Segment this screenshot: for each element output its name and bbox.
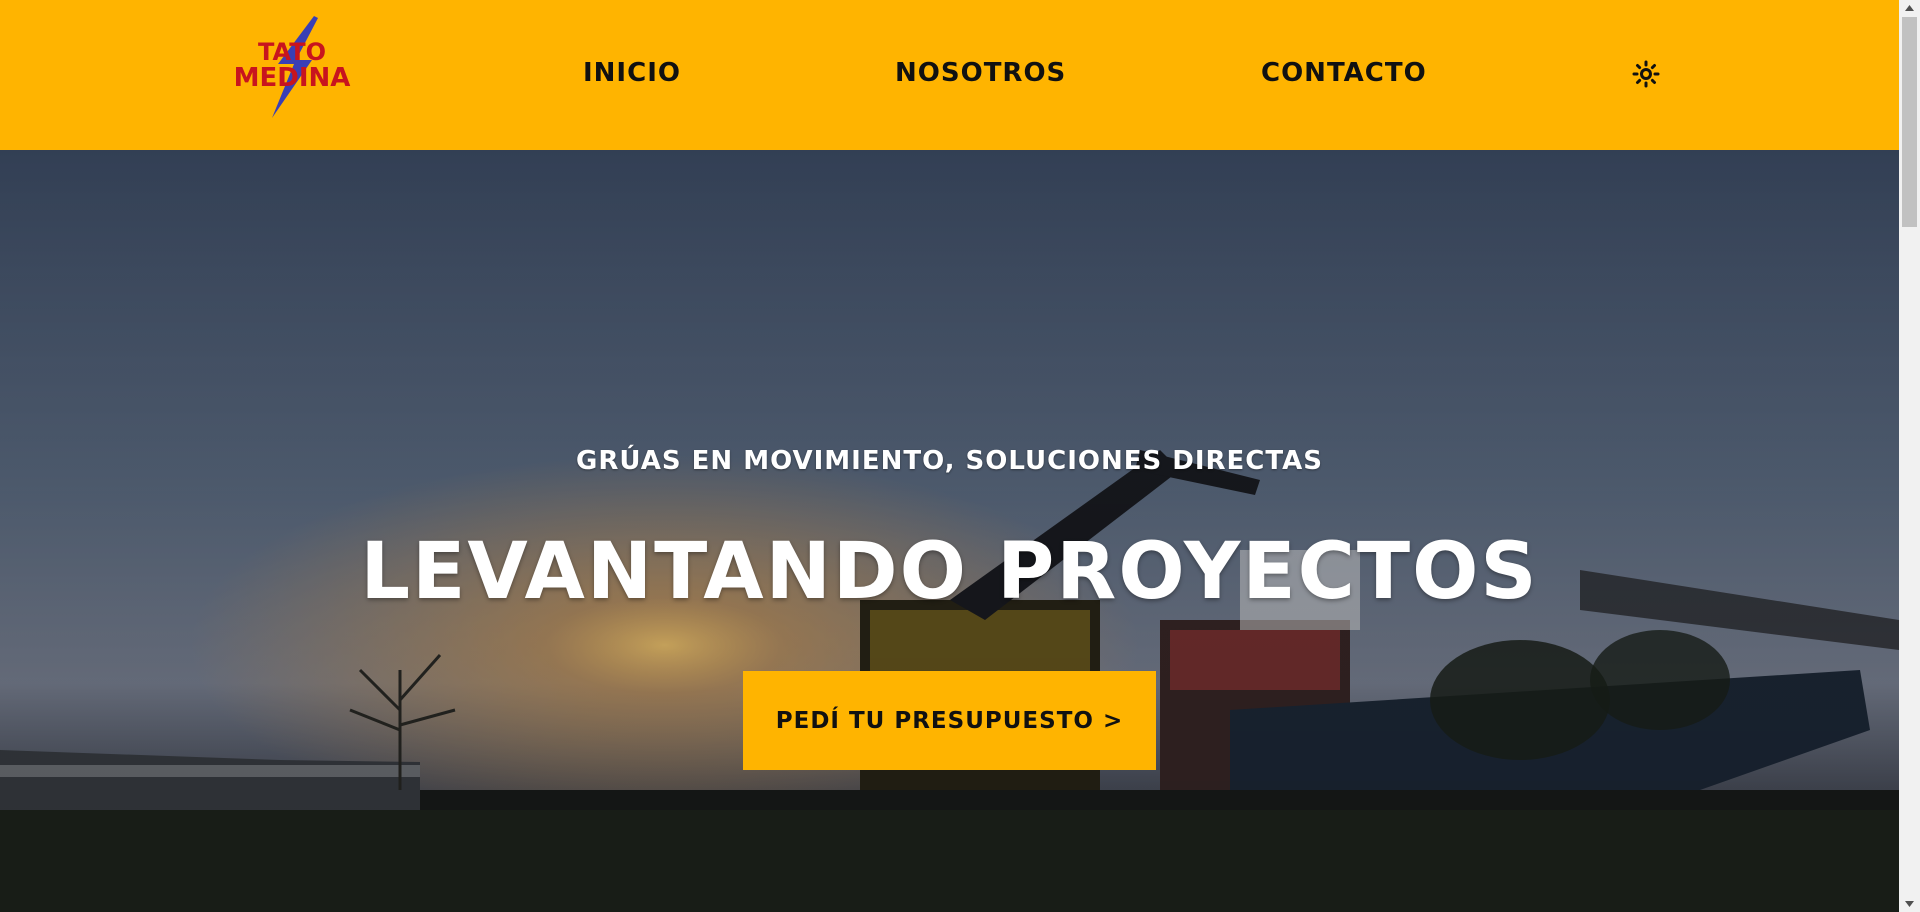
page: TATO MEDINA INICIO NOSOTROS CONTACTO GRÚ… xyxy=(0,0,1920,912)
scroll-down-arrow-icon[interactable] xyxy=(1899,895,1920,912)
logo-line1: TATO xyxy=(258,38,326,66)
hero-subtitle: GRÚAS EN MOVIMIENTO, SOLUCIONES DIRECTAS xyxy=(576,446,1323,476)
site-header: TATO MEDINA INICIO NOSOTROS CONTACTO xyxy=(0,0,1899,150)
scroll-up-arrow-icon[interactable] xyxy=(1899,0,1920,17)
nav-contacto[interactable]: CONTACTO xyxy=(1261,56,1427,90)
nav-inicio[interactable]: INICIO xyxy=(583,56,681,90)
hero-section: GRÚAS EN MOVIMIENTO, SOLUCIONES DIRECTAS… xyxy=(0,150,1899,912)
logo-line2: MEDINA xyxy=(234,63,351,93)
request-quote-button[interactable]: PEDÍ TU PRESUPUESTO > xyxy=(743,671,1156,770)
hero-title: LEVANTANDO PROYECTOS xyxy=(360,527,1539,617)
vertical-scrollbar[interactable] xyxy=(1899,0,1920,912)
nav-nosotros[interactable]: NOSOTROS xyxy=(895,56,1066,90)
sun-icon xyxy=(1632,60,1660,88)
theme-toggle-button[interactable] xyxy=(1632,60,1660,88)
scrollbar-thumb[interactable] xyxy=(1902,17,1917,227)
lightning-bolt-logo-icon: TATO MEDINA xyxy=(234,16,351,118)
logo-link[interactable]: TATO MEDINA xyxy=(232,16,352,118)
